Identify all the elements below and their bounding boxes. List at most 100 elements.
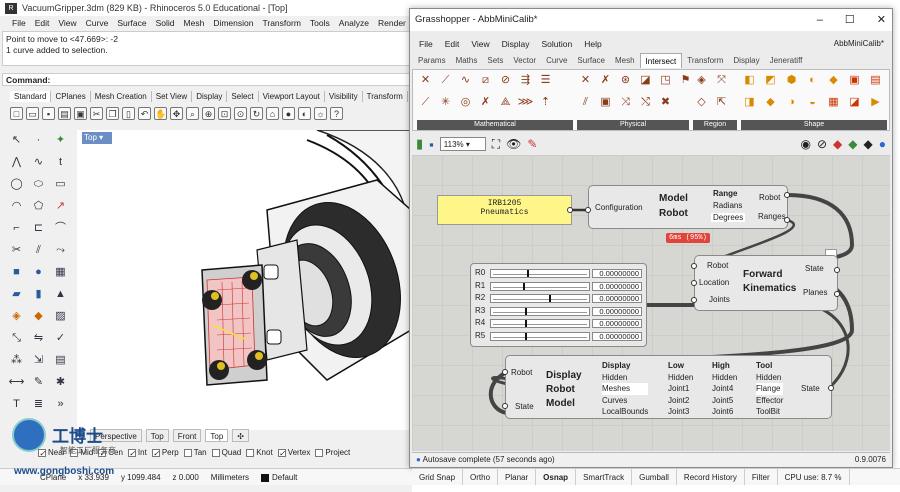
osnap-vertex[interactable]: Vertex — [277, 446, 310, 461]
command-prompt[interactable]: Command: — [2, 73, 410, 86]
copy-icon[interactable]: ❐ — [106, 106, 119, 120]
mesh-icon[interactable]: ▦ — [52, 264, 69, 281]
contour-icon[interactable]: ☰ — [537, 72, 554, 89]
menu-transform[interactable]: Transform — [262, 17, 300, 30]
joint-slider[interactable]: R1 0.00000000 — [474, 281, 644, 292]
move-icon[interactable]: ✥ — [170, 106, 183, 120]
solid-union-icon[interactable]: ◨ — [741, 94, 758, 111]
fk-planes-port[interactable] — [834, 291, 840, 297]
circle-icon[interactable]: ◯ — [8, 176, 25, 193]
document-preview-icon[interactable]: ◆ — [864, 137, 873, 151]
region-diff-icon[interactable]: ◇ — [693, 94, 710, 111]
ccx-icon[interactable]: ✕ — [577, 72, 594, 89]
rotate-view-icon[interactable]: ↻ — [250, 106, 263, 120]
split-brep-icon[interactable]: ◐ — [804, 72, 821, 89]
menu-solid[interactable]: Solid — [156, 17, 175, 30]
model-input-port[interactable] — [585, 207, 591, 213]
model-robot-port[interactable] — [784, 192, 790, 198]
fk-location-port[interactable] — [691, 280, 697, 286]
mesh-split-icon[interactable]: ▦ — [825, 94, 842, 111]
drm-option[interactable]: Hidden — [668, 372, 693, 384]
drm-option[interactable]: Joint1 — [668, 383, 693, 395]
undo-icon[interactable]: ↶ — [138, 106, 151, 120]
patch-icon[interactable]: ▨ — [52, 308, 69, 325]
export-icon[interactable]: ▣ — [74, 106, 87, 120]
region-union-icon[interactable]: ⤧ — [713, 72, 730, 89]
trim-icon[interactable]: ✂ — [8, 242, 25, 259]
tab-select[interactable]: Select — [227, 91, 259, 102]
text-icon[interactable]: t — [52, 154, 69, 171]
status-grid-snap[interactable]: Grid Snap — [412, 469, 464, 485]
fillet-icon[interactable]: ⌐ — [8, 220, 25, 237]
tab-transform[interactable]: Transform — [363, 91, 408, 102]
gh-tab-display[interactable]: Display — [728, 53, 764, 68]
gh-menu-file[interactable]: File — [419, 37, 433, 51]
gh-canvas[interactable]: IRB1205 Pneumatics Configuration Model R… — [412, 155, 890, 451]
forward-kinematics-component[interactable]: Robot Location Joints Forward Kinematics… — [694, 255, 838, 311]
analyze-icon[interactable]: ✓ — [52, 330, 69, 347]
joint-slider[interactable]: R3 0.00000000 — [474, 306, 644, 317]
slider-track[interactable] — [490, 294, 590, 304]
osnap-quad[interactable]: Quad — [211, 446, 241, 460]
union-icon[interactable]: ◧ — [741, 72, 758, 89]
param-degrees[interactable]: Degrees — [711, 213, 746, 222]
gh-menu-edit[interactable]: Edit — [445, 37, 460, 51]
joint-slider[interactable]: R0 0.00000000 — [474, 268, 644, 279]
status-ortho[interactable]: Ortho — [463, 469, 499, 485]
dimension-icon[interactable]: ⟷ — [8, 374, 25, 391]
osnap-knot[interactable]: Knot — [246, 446, 273, 460]
tab-set-view[interactable]: Set View — [152, 91, 193, 102]
shatter-icon[interactable]: ▣ — [846, 72, 863, 89]
rectangle-icon[interactable]: ▭ — [52, 176, 69, 193]
surface-split-icon[interactable]: ⫽ — [577, 94, 594, 111]
plane-plane-icon[interactable]: ⧄ — [477, 72, 494, 89]
slider-knob[interactable] — [548, 295, 551, 303]
paste-icon[interactable]: ▯ — [122, 106, 135, 120]
tab-mesh-creation[interactable]: Mesh Creation — [91, 91, 152, 102]
cylinder-icon[interactable]: ▮ — [30, 286, 47, 303]
gh-tab-jeneratiff[interactable]: Jeneratiff — [765, 53, 808, 68]
multiple-curves-icon[interactable]: ✖ — [657, 94, 674, 111]
drm-state-port[interactable] — [502, 403, 508, 409]
light-icon[interactable]: ☼ — [314, 106, 327, 120]
sweep-icon[interactable]: ⤳ — [52, 242, 69, 259]
drm-option[interactable]: Joint5 — [712, 395, 737, 407]
tab-cplanes[interactable]: CPlanes — [51, 91, 91, 102]
mcx-icon[interactable]: ◳ — [657, 72, 674, 89]
grasshopper-icon[interactable]: ✦ — [52, 132, 69, 149]
brep-split-icon[interactable]: ▣ — [597, 94, 614, 111]
drm-option[interactable]: Curves — [602, 395, 648, 407]
osnap-tan[interactable]: Tan — [183, 446, 207, 460]
cone-icon[interactable]: ▲ — [52, 286, 69, 303]
loft-icon[interactable]: ◆ — [30, 308, 47, 325]
preview-off-icon[interactable]: ◉ — [801, 137, 811, 151]
drm-option[interactable]: Joint6 — [712, 406, 737, 418]
layer-icon[interactable]: ≣ — [30, 396, 47, 413]
boolean-icon[interactable]: ◈ — [8, 308, 25, 325]
viewport-label[interactable]: Top ▾ — [82, 132, 112, 144]
mirror-icon[interactable]: ⇋ — [30, 330, 47, 347]
sketch-icon[interactable]: ✎ — [527, 137, 537, 151]
boundary-icon[interactable]: ▤ — [867, 72, 884, 89]
gh-tab-intersect[interactable]: Intersect — [639, 53, 683, 68]
drm-option[interactable]: LocalBounds — [602, 406, 648, 418]
collision-icon[interactable]: ⚑ — [677, 72, 694, 89]
gh-tab-mesh[interactable]: Mesh — [610, 53, 640, 68]
select-icon[interactable]: ↖ — [8, 132, 25, 149]
viewport-tab-top[interactable]: Top — [145, 429, 169, 442]
viewport-tab-front[interactable]: Front — [172, 429, 202, 442]
pan-icon[interactable]: ✋ — [154, 106, 167, 120]
viewport-tab-top-active[interactable]: Top — [205, 429, 229, 442]
curve-icon[interactable]: ∿ — [30, 154, 47, 171]
osnap-project[interactable]: Project — [315, 446, 350, 460]
plane-line-icon[interactable]: ⟁ — [497, 94, 514, 111]
menu-surface[interactable]: Surface — [117, 17, 146, 30]
zoom-selected-icon[interactable]: ⊙ — [234, 106, 247, 120]
preview-shaded-icon[interactable]: ◆ — [833, 137, 842, 151]
zoom-dropdown[interactable]: 113% ▾ — [439, 137, 486, 151]
slider-knob[interactable] — [524, 320, 527, 328]
arc-icon[interactable]: ◠ — [8, 198, 25, 215]
joint-slider[interactable]: R5 0.00000000 — [474, 331, 644, 342]
ellipse-icon[interactable]: ⬭ — [30, 176, 47, 193]
open-file-icon[interactable]: ▮ — [416, 136, 423, 152]
